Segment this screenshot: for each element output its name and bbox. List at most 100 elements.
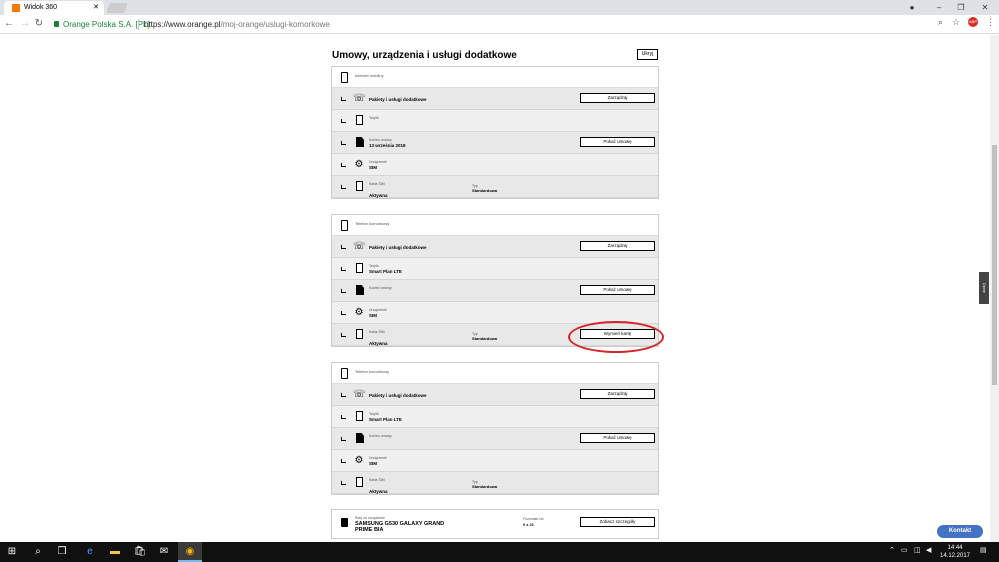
row-value-type: Standardowa (472, 484, 498, 489)
gear-icon: ⚙ (354, 455, 364, 466)
url-text: https://www.orange.pl/moj-orange/uslugi-… (144, 20, 330, 29)
tree-branch-icon (341, 267, 346, 271)
volume-icon[interactable]: ◀ (926, 546, 931, 554)
row-caption: Karta SIM (369, 330, 385, 334)
network-icon[interactable]: ◫ (914, 546, 921, 554)
minimize-button[interactable]: – (929, 0, 949, 15)
show-contract-button[interactable]: Pokaż umowę (580, 285, 655, 295)
row-value: Smart Plan LTE (369, 269, 402, 274)
page-content: Umowy, urządzenia i usługi dodatkowe Ukr… (0, 35, 990, 542)
sim-card-icon (356, 411, 363, 421)
service-card-mobile-phone-2: Telefon komórkowy ☏ Pakiety i usługi dod… (331, 362, 659, 495)
mail-icon[interactable]: ✉ (152, 542, 176, 562)
tree-branch-icon (341, 245, 346, 249)
row-value: Pakiety i usługi dodatkowe (369, 97, 427, 102)
hand-phone-icon: ☏ (353, 93, 366, 104)
row-value: SIM (369, 313, 378, 318)
contact-button[interactable]: Kontakt (937, 525, 983, 538)
feedback-side-tab[interactable]: Opinie (979, 272, 989, 304)
forward-arrow-icon[interactable]: → (19, 18, 31, 29)
tab-strip: Widok 360 ✕ ● – ❐ ✕ (0, 0, 999, 15)
tree-branch-icon (341, 119, 346, 123)
zoom-search-icon[interactable]: ⌕ (938, 17, 943, 28)
document-icon (356, 433, 364, 443)
card-type-label: Telefon komórkowy (355, 221, 390, 226)
list-item-tariff: Taryfa Smart Plan LTE (332, 406, 658, 428)
hand-phone-icon: ☏ (353, 241, 366, 252)
address-bar[interactable]: Orange Polska S.A. [PL] https://www.oran… (48, 17, 962, 32)
card-header: Telefon komórkowy (332, 363, 658, 384)
tree-branch-icon (341, 333, 346, 337)
windows-start-icon[interactable]: ⊞ (0, 542, 24, 562)
device-installment-card: Raty za urządzenie SAMSUNG G530 GALAXY G… (331, 509, 659, 539)
row-value: Aktywna (369, 193, 388, 198)
hide-button[interactable]: Ukryj (637, 49, 658, 60)
highlight-ellipse (568, 321, 664, 353)
sim-card-icon (356, 477, 363, 487)
tree-branch-icon (341, 415, 346, 419)
card-header: Telefon komórkowy (332, 215, 658, 236)
row-value: Aktywna (369, 489, 388, 494)
row-value: 13 września 2018 (369, 143, 406, 148)
remaining-value: 0 z 21 (523, 522, 534, 527)
row-caption: Urządzenie (369, 456, 387, 460)
new-tab-button[interactable] (106, 3, 128, 13)
task-view-icon[interactable]: ❒ (50, 542, 74, 562)
manage-button[interactable]: Zarządzaj (580, 93, 655, 103)
chrome-browser-icon[interactable]: ◉ (178, 542, 202, 562)
edge-browser-icon[interactable]: e (78, 542, 102, 562)
back-arrow-icon[interactable]: ← (3, 18, 15, 29)
row-caption: Urządzenie (369, 160, 387, 164)
gear-icon: ⚙ (354, 307, 364, 318)
menu-dots-icon[interactable]: ⋮ (986, 17, 995, 28)
tree-branch-icon (341, 163, 346, 167)
store-icon[interactable]: 🛍 (128, 542, 152, 562)
remaining-caption: Pozostało rat (523, 517, 544, 521)
manage-button[interactable]: Zarządzaj (580, 241, 655, 251)
card-header: Internet mobilny (332, 67, 658, 88)
list-item-packages: ☏ Pakiety i usługi dodatkowe Zarządzaj (332, 88, 658, 110)
list-item-device: ⚙ Urządzenie SIM (332, 154, 658, 176)
list-item-packages: ☏ Pakiety i usługi dodatkowe Zarządzaj (332, 236, 658, 258)
address-separator (138, 19, 139, 30)
browser-tab[interactable]: Widok 360 ✕ (4, 1, 104, 15)
row-value: Pakiety i usługi dodatkowe (369, 245, 427, 250)
document-icon (356, 285, 364, 295)
tree-branch-icon (341, 459, 346, 463)
adblock-extension-icon[interactable]: ABP (968, 17, 978, 27)
row-value: Aktywna (369, 341, 388, 346)
show-contract-button[interactable]: Pokaż umowę (580, 433, 655, 443)
row-value: Pakiety i usługi dodatkowe (369, 393, 427, 398)
close-window-button[interactable]: ✕ (975, 0, 995, 15)
file-explorer-icon[interactable]: ▬ (103, 542, 127, 562)
row-caption: Koniec umowy (369, 286, 392, 290)
reload-icon[interactable]: ↻ (33, 18, 45, 29)
page-scrollbar[interactable] (990, 35, 999, 542)
battery-icon[interactable]: ▭ (901, 546, 908, 554)
tree-branch-icon (341, 141, 346, 145)
show-contract-button[interactable]: Pokaż umowę (580, 137, 655, 147)
search-icon[interactable]: ⌕ (26, 542, 50, 562)
scrollbar-thumb[interactable] (992, 145, 997, 385)
list-item-packages: ☏ Pakiety i usługi dodatkowe Zarządzaj (332, 384, 658, 406)
taskbar-clock[interactable]: 14:44 14.12.2017 (935, 544, 975, 560)
row-value: SIM (369, 461, 378, 466)
close-tab-icon[interactable]: ✕ (93, 1, 99, 15)
list-item-sim-card: Karta SIM Aktywna Typ Standardowa (332, 176, 658, 198)
row-caption: Karta SIM (369, 182, 385, 186)
row-caption: Taryfa (369, 264, 379, 268)
bookmark-star-icon[interactable]: ☆ (952, 17, 960, 28)
card-type-label: Internet mobilny (355, 73, 384, 78)
tray-chevron-icon[interactable]: ⌃ (889, 546, 895, 554)
profile-icon[interactable]: ● (902, 0, 922, 15)
restore-button[interactable]: ❐ (951, 0, 971, 15)
see-details-button[interactable]: Zobacz szczegóły (580, 517, 655, 527)
secure-site-label: Orange Polska S.A. [PL] (63, 20, 150, 29)
manage-button[interactable]: Zarządzaj (580, 389, 655, 399)
orange-favicon-icon (12, 4, 20, 12)
page-title: Umowy, urządzenia i usługi dodatkowe (332, 50, 517, 61)
row-caption: Taryfa (369, 116, 379, 120)
row-value: SIM (369, 165, 378, 170)
row-caption: Urządzenie (369, 308, 387, 312)
notifications-icon[interactable]: ▤ (980, 546, 987, 554)
